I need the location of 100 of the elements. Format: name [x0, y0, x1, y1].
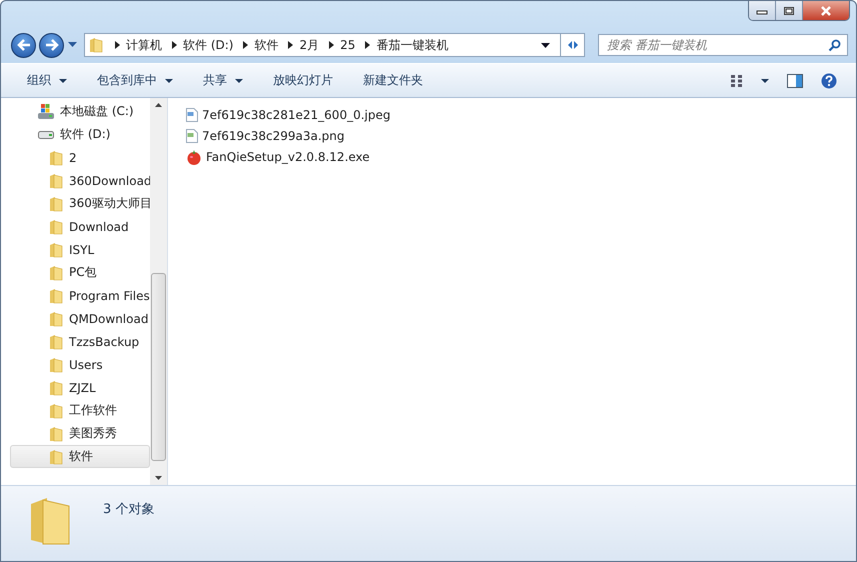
folder-icon	[49, 288, 63, 304]
tree-item[interactable]: QMDownload	[1, 307, 150, 330]
maximize-button[interactable]	[776, 1, 803, 20]
tree-label: 工作软件	[69, 402, 117, 419]
tree-label: 软件 (D:)	[60, 126, 110, 143]
file-item[interactable]: FanQieSetup_v2.0.8.12.exe	[186, 146, 838, 167]
close-button[interactable]	[803, 1, 849, 20]
search-icon	[828, 39, 841, 52]
tree-label: Program Files	[69, 288, 150, 302]
caret-icon	[165, 78, 173, 82]
forward-arrow-icon	[44, 39, 58, 51]
tree-label: ZJZL	[69, 380, 96, 394]
toolbar-button[interactable]: 新建文件夹	[355, 68, 431, 93]
scrollbar[interactable]	[150, 98, 167, 485]
scroll-down-icon[interactable]	[155, 476, 162, 480]
tree-item[interactable]: 美图秀秀	[1, 422, 150, 445]
folder-icon	[49, 150, 63, 166]
toolbar-button[interactable]: 组织	[19, 68, 75, 93]
tree-label: TzzsBackup	[69, 334, 140, 348]
tree-label: 软件	[69, 448, 93, 465]
chevron-icon[interactable]	[288, 41, 294, 49]
chevron-icon[interactable]	[115, 41, 120, 49]
tree-label: ISYL	[69, 242, 94, 256]
breadcrumb[interactable]: 番茄一键装机	[376, 36, 448, 54]
preview-pane-icon	[787, 74, 803, 88]
caret-icon	[59, 78, 67, 82]
caret-icon	[235, 78, 243, 82]
folder-icon	[49, 242, 63, 258]
close-icon	[819, 6, 833, 16]
folder-icon	[49, 334, 63, 350]
tree-label: QMDownload	[69, 312, 148, 326]
tree-item[interactable]: 2	[1, 146, 150, 169]
recent-pages-caret-icon[interactable]	[68, 42, 77, 48]
scroll-up-icon[interactable]	[155, 103, 162, 107]
tree-item[interactable]: 软件	[10, 445, 150, 468]
system-drive-icon	[38, 104, 54, 120]
tree-item[interactable]: PC包	[1, 261, 150, 284]
tree-label: 2	[69, 150, 77, 164]
scroll-thumb[interactable]	[151, 273, 166, 461]
breadcrumb[interactable]: 计算机	[126, 36, 162, 54]
breadcrumb[interactable]: 2月	[299, 36, 320, 54]
refresh-icon	[566, 39, 580, 51]
drive-icon	[38, 130, 54, 138]
folder-icon	[49, 264, 63, 280]
file-name: 7ef619c38c299a3a.png	[202, 128, 345, 142]
file-item[interactable]: 7ef619c38c299a3a.png	[186, 125, 838, 146]
folder-icon	[49, 356, 63, 372]
back-button[interactable]	[11, 32, 36, 58]
tree-item[interactable]: Users	[1, 353, 150, 376]
chevron-icon[interactable]	[329, 41, 334, 49]
image-file-icon	[186, 128, 198, 142]
tomato-icon	[186, 148, 202, 164]
help-icon	[821, 72, 837, 88]
tree-item[interactable]: ISYL	[1, 238, 150, 261]
chevron-icon[interactable]	[172, 41, 177, 49]
tree-item[interactable]: Program Files	[1, 284, 150, 307]
tree-item[interactable]: 软件 (D:)	[1, 123, 150, 146]
tree-item[interactable]: ZJZL	[1, 376, 150, 399]
grid-view-icon	[731, 74, 743, 86]
tree-label: 360驱动大师目	[69, 195, 150, 212]
folder-icon	[89, 37, 103, 53]
folder-icon	[49, 310, 63, 326]
caret-icon	[761, 78, 769, 82]
folder-icon	[49, 172, 63, 188]
tree-item[interactable]: 工作软件	[1, 399, 150, 422]
dropdown-caret-icon[interactable]	[541, 42, 550, 48]
file-name: FanQieSetup_v2.0.8.12.exe	[206, 150, 370, 164]
folder-icon	[49, 426, 63, 442]
tree-label: 本地磁盘 (C:)	[60, 103, 134, 120]
search-field[interactable]: 搜索 番茄一键装机	[598, 34, 848, 56]
folder-icon	[49, 196, 63, 212]
item-count: 3 个对象	[103, 501, 154, 518]
toolbar-button[interactable]: 共享	[195, 68, 251, 93]
folder-icon	[49, 402, 63, 418]
tree-item[interactable]: 本地磁盘 (C:)	[1, 100, 150, 123]
address-bar[interactable]: 计算机 软件 (D:) 软件 2月 25 番茄一键装机	[84, 33, 585, 57]
breadcrumb[interactable]: 25	[340, 38, 356, 52]
tree-item[interactable]: TzzsBackup	[1, 330, 150, 353]
back-arrow-icon	[16, 39, 30, 51]
chevron-icon[interactable]	[365, 41, 370, 49]
breadcrumb[interactable]: 软件 (D:)	[183, 36, 234, 54]
maximize-icon	[783, 6, 795, 16]
folder-icon	[49, 448, 63, 464]
tree-label: 美图秀秀	[69, 425, 117, 442]
image-file-icon	[186, 108, 198, 122]
tree-label: Users	[69, 358, 103, 372]
toolbar-button[interactable]: 包含到库中	[89, 68, 181, 93]
minimize-button[interactable]	[749, 1, 776, 20]
toolbar-button[interactable]: 放映幻灯片	[265, 68, 341, 93]
forward-button[interactable]	[39, 32, 64, 58]
file-name: 7ef619c38c281e21_600_0.jpeg	[202, 108, 390, 122]
tree-item[interactable]: Download	[1, 215, 150, 238]
breadcrumb[interactable]: 软件	[254, 36, 278, 54]
chevron-icon[interactable]	[243, 41, 248, 49]
tree-item[interactable]: 360驱动大师目	[1, 192, 150, 215]
tree-label: PC包	[69, 264, 97, 281]
folder-icon	[49, 218, 63, 234]
file-item[interactable]: 7ef619c38c281e21_600_0.jpeg	[186, 104, 838, 125]
tree-label: Download	[69, 220, 129, 234]
folder-icon	[49, 380, 63, 396]
